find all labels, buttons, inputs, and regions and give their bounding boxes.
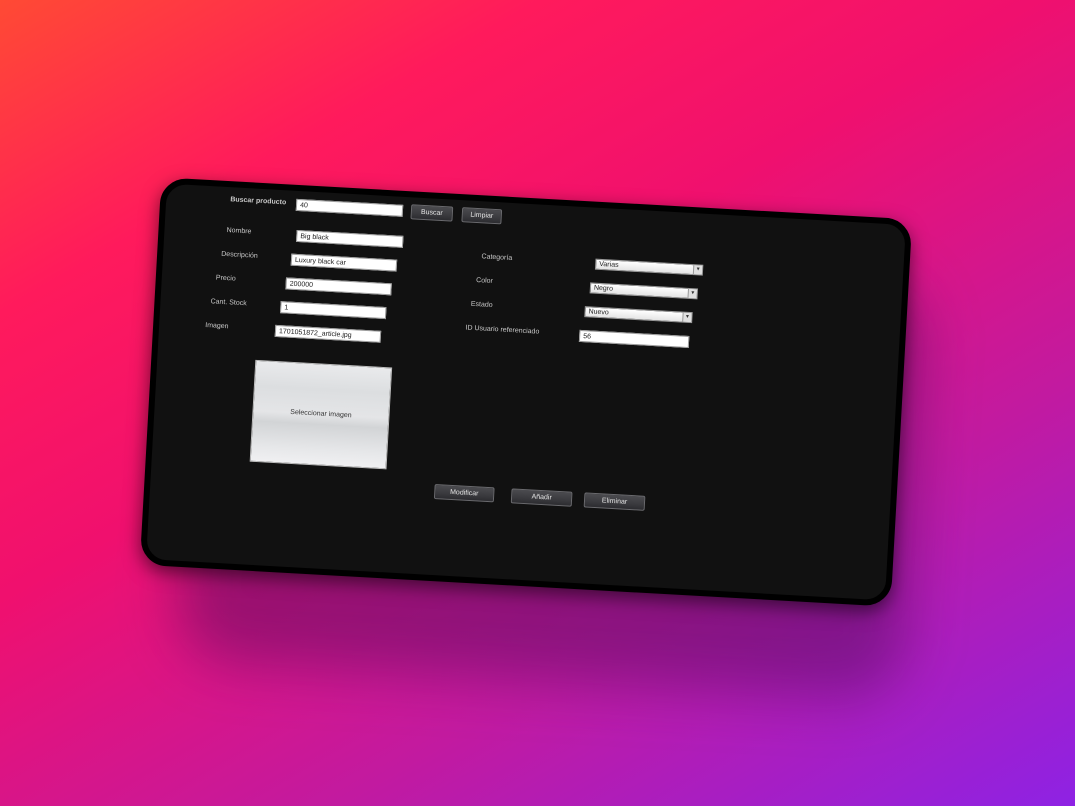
state-value: Nuevo bbox=[588, 308, 609, 317]
delete-button[interactable]: Eliminar bbox=[583, 492, 646, 511]
search-product-input[interactable] bbox=[295, 198, 404, 217]
user-id-label: ID Usuario referenciado bbox=[465, 324, 540, 336]
chevron-down-icon[interactable]: ▼ bbox=[682, 312, 692, 323]
image-label: Imagen bbox=[205, 321, 229, 331]
modify-button[interactable]: Modificar bbox=[433, 484, 495, 503]
name-label: Nombre bbox=[226, 227, 252, 236]
category-value: Varias bbox=[599, 260, 619, 269]
description-label: Descripción bbox=[221, 250, 258, 260]
chevron-down-icon[interactable]: ▼ bbox=[687, 288, 697, 299]
category-label: Categoría bbox=[481, 253, 513, 263]
color-label: Color bbox=[475, 277, 494, 285]
chevron-down-icon[interactable]: ▼ bbox=[692, 265, 703, 275]
product-form-window: Buscar producto Buscar Limpiar Nombre De… bbox=[146, 184, 906, 601]
state-select[interactable]: Nuevo ▼ bbox=[584, 306, 693, 324]
state-label: Estado bbox=[470, 300, 493, 309]
search-button[interactable]: Buscar bbox=[410, 204, 454, 222]
name-input[interactable] bbox=[296, 229, 404, 248]
price-input[interactable] bbox=[285, 277, 392, 296]
category-select[interactable]: Varias ▼ bbox=[594, 258, 704, 276]
image-path-input[interactable] bbox=[274, 324, 382, 343]
add-button[interactable]: Añadir bbox=[510, 488, 573, 507]
stock-input[interactable] bbox=[280, 301, 387, 320]
search-product-label: Buscar producto bbox=[230, 196, 287, 207]
user-id-input[interactable] bbox=[578, 329, 690, 349]
color-value: Negro bbox=[593, 284, 614, 293]
description-input[interactable] bbox=[290, 253, 398, 272]
price-label: Precio bbox=[215, 274, 236, 283]
color-select[interactable]: Negro ▼ bbox=[589, 282, 699, 300]
tablet-device: Buscar producto Buscar Limpiar Nombre De… bbox=[139, 177, 913, 607]
stock-label: Cant. Stock bbox=[210, 298, 247, 308]
clear-button[interactable]: Limpiar bbox=[461, 207, 503, 225]
select-image-button[interactable]: Seleccionar imagen bbox=[249, 359, 393, 470]
